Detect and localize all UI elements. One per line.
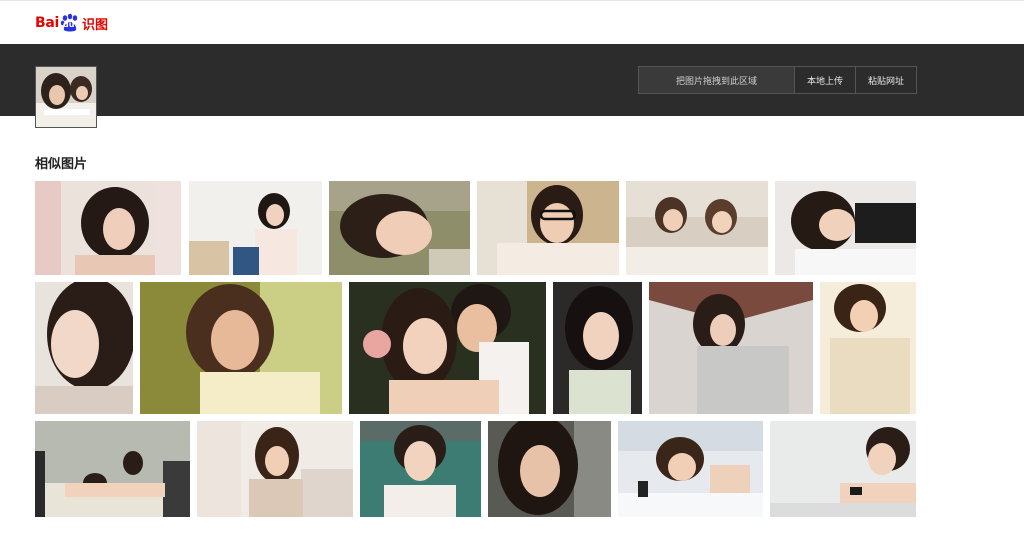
similar-image[interactable] bbox=[140, 282, 342, 414]
paw-icon: du bbox=[60, 13, 80, 33]
similar-image[interactable] bbox=[820, 282, 916, 414]
similar-image[interactable] bbox=[197, 421, 353, 517]
similar-image[interactable] bbox=[360, 421, 481, 517]
similar-image[interactable] bbox=[35, 181, 181, 275]
baidu-shitu-logo[interactable]: Bai du 识图 bbox=[35, 12, 108, 34]
logo-text-bai: Bai bbox=[35, 15, 60, 31]
similar-image[interactable] bbox=[349, 282, 546, 414]
similar-image[interactable] bbox=[618, 421, 763, 517]
similar-image[interactable] bbox=[488, 421, 611, 517]
similar-image[interactable] bbox=[649, 282, 813, 414]
upload-panel: 把图片拖拽到此区域 本地上传 粘贴网址 bbox=[638, 66, 917, 94]
search-band: 把图片拖拽到此区域 本地上传 粘贴网址 bbox=[0, 44, 1024, 128]
similar-image[interactable] bbox=[770, 421, 916, 517]
logo-text-shitu: 识图 bbox=[82, 17, 109, 33]
similar-image[interactable] bbox=[477, 181, 619, 275]
similar-image[interactable] bbox=[35, 282, 133, 414]
top-bar: Bai du 识图 bbox=[0, 0, 1024, 44]
similar-image[interactable] bbox=[626, 181, 768, 275]
similar-image[interactable] bbox=[553, 282, 642, 414]
similar-image[interactable] bbox=[329, 181, 470, 275]
logo-text-du: du bbox=[63, 20, 75, 29]
similar-image[interactable] bbox=[35, 421, 190, 517]
local-upload-button[interactable]: 本地上传 bbox=[795, 67, 856, 93]
drop-zone[interactable]: 把图片拖拽到此区域 bbox=[639, 67, 795, 93]
section-title: 相似图片 bbox=[35, 157, 88, 172]
query-image-thumbnail[interactable] bbox=[35, 66, 97, 128]
similar-image[interactable] bbox=[189, 181, 322, 275]
similar-image[interactable] bbox=[775, 181, 916, 275]
paste-url-button[interactable]: 粘贴网址 bbox=[856, 67, 916, 93]
